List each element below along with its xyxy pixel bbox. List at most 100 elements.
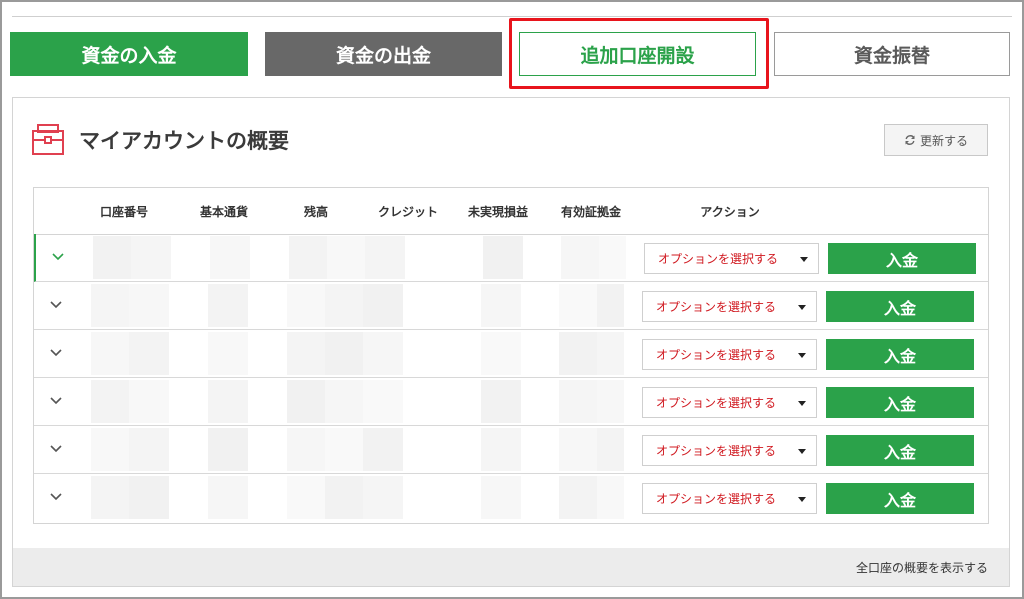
caret-down-icon xyxy=(798,353,806,358)
redacted-cell xyxy=(325,476,365,519)
action-select[interactable]: オプションを選択する xyxy=(642,387,817,418)
refresh-button[interactable]: 更新する xyxy=(884,124,988,156)
redacted-cell xyxy=(481,380,521,423)
redacted-cell xyxy=(363,428,403,471)
accounts-table: 口座番号 基本通貨 残高 クレジット 未実現損益 有効証拠金 アクション オプシ… xyxy=(33,187,989,524)
deposit-button[interactable]: 入金 xyxy=(826,387,974,418)
redacted-cell xyxy=(481,476,521,519)
redacted-cell xyxy=(559,332,599,375)
panel-footer: 全口座の概要を表示する xyxy=(13,548,1009,586)
redacted-cell xyxy=(597,476,624,519)
redacted-cell xyxy=(481,332,521,375)
redacted-cell xyxy=(208,428,248,471)
redacted-cell xyxy=(287,380,325,423)
deposit-button[interactable]: 入金 xyxy=(826,435,974,466)
deposit-button[interactable]: 入金 xyxy=(826,339,974,370)
header-margin: 有効証拠金 xyxy=(560,205,622,219)
redacted-cell xyxy=(363,476,403,519)
redacted-cell xyxy=(597,380,624,423)
header-base-currency: 基本通貨 xyxy=(199,205,249,219)
redacted-cell xyxy=(481,428,521,471)
redacted-cell xyxy=(327,236,367,279)
redacted-cell xyxy=(599,236,626,279)
redacted-cell xyxy=(91,332,129,375)
header-action: アクション xyxy=(700,205,760,219)
redacted-cell xyxy=(93,236,131,279)
redacted-cell xyxy=(287,428,325,471)
chevron-down-icon[interactable] xyxy=(48,441,64,457)
tab-deposit-funds[interactable]: 資金の入金 xyxy=(10,32,248,76)
header-account-number: 口座番号 xyxy=(99,205,149,219)
chevron-down-icon[interactable] xyxy=(48,345,64,361)
deposit-button[interactable]: 入金 xyxy=(826,483,974,514)
account-overview-panel: マイアカウントの概要 更新する 口座番号 基本通貨 残高 クレジット 未実現損益… xyxy=(12,97,1010,587)
redacted-cell xyxy=(597,332,624,375)
table-row: オプションを選択する 入金 xyxy=(34,330,988,378)
header-credit: クレジット xyxy=(377,205,439,219)
redacted-cell xyxy=(363,284,403,327)
redacted-cell xyxy=(325,380,365,423)
action-select-label: オプションを選択する xyxy=(658,252,779,266)
chevron-down-icon[interactable] xyxy=(50,249,66,265)
redacted-cell xyxy=(559,476,599,519)
redacted-cell xyxy=(483,236,523,279)
action-select-label: オプションを選択する xyxy=(656,444,777,458)
action-select-label: オプションを選択する xyxy=(656,348,777,362)
caret-down-icon xyxy=(798,449,806,454)
redacted-cell xyxy=(481,284,521,327)
redacted-cell xyxy=(597,428,624,471)
action-select[interactable]: オプションを選択する xyxy=(644,243,819,274)
table-row: オプションを選択する 入金 xyxy=(34,474,988,522)
tab-fund-transfer[interactable]: 資金振替 xyxy=(774,32,1010,76)
redacted-cell xyxy=(208,284,248,327)
tab-open-additional-account[interactable]: 追加口座開設 xyxy=(519,32,756,76)
redacted-cell xyxy=(365,236,405,279)
redacted-cell xyxy=(129,476,169,519)
redacted-cell xyxy=(325,332,365,375)
header-balance: 残高 xyxy=(303,205,329,219)
redacted-cell xyxy=(129,380,169,423)
action-select-label: オプションを選択する xyxy=(656,492,777,506)
action-select[interactable]: オプションを選択する xyxy=(642,483,817,514)
redacted-cell xyxy=(210,236,250,279)
chevron-down-icon[interactable] xyxy=(48,297,64,313)
refresh-label: 更新する xyxy=(919,133,968,148)
redacted-cell xyxy=(129,332,169,375)
redacted-cell xyxy=(129,428,169,471)
view-all-accounts-link[interactable]: 全口座の概要を表示する xyxy=(856,559,988,576)
chevron-down-icon[interactable] xyxy=(48,393,64,409)
chevron-down-icon[interactable] xyxy=(48,489,64,505)
redacted-cell xyxy=(91,428,129,471)
table-row: オプションを選択する 入金 xyxy=(34,234,988,282)
redacted-cell xyxy=(287,332,325,375)
redacted-cell xyxy=(208,476,248,519)
action-select[interactable]: オプションを選択する xyxy=(642,339,817,370)
briefcase-icon xyxy=(32,124,64,155)
deposit-button[interactable]: 入金 xyxy=(826,291,974,322)
redacted-cell xyxy=(208,380,248,423)
redacted-cell xyxy=(208,332,248,375)
table-row: オプションを選択する 入金 xyxy=(34,426,988,474)
table-row: オプションを選択する 入金 xyxy=(34,378,988,426)
header-unrealized-pnl: 未実現損益 xyxy=(467,205,529,219)
caret-down-icon xyxy=(798,305,806,310)
redacted-cell xyxy=(289,236,327,279)
redacted-cell xyxy=(91,380,129,423)
table-header: 口座番号 基本通貨 残高 クレジット 未実現損益 有効証拠金 アクション xyxy=(34,188,988,235)
redacted-cell xyxy=(91,284,129,327)
refresh-icon xyxy=(905,135,915,145)
redacted-cell xyxy=(559,380,599,423)
redacted-cell xyxy=(325,284,365,327)
action-select[interactable]: オプションを選択する xyxy=(642,291,817,322)
redacted-cell xyxy=(559,428,599,471)
redacted-cell xyxy=(287,284,325,327)
redacted-cell xyxy=(131,236,171,279)
tab-withdraw-funds[interactable]: 資金の出金 xyxy=(265,32,502,76)
deposit-button[interactable]: 入金 xyxy=(828,243,976,274)
action-select[interactable]: オプションを選択する xyxy=(642,435,817,466)
redacted-cell xyxy=(363,380,403,423)
redacted-cell xyxy=(287,476,325,519)
top-divider xyxy=(12,16,1012,17)
action-select-label: オプションを選択する xyxy=(656,300,777,314)
redacted-cell xyxy=(363,332,403,375)
